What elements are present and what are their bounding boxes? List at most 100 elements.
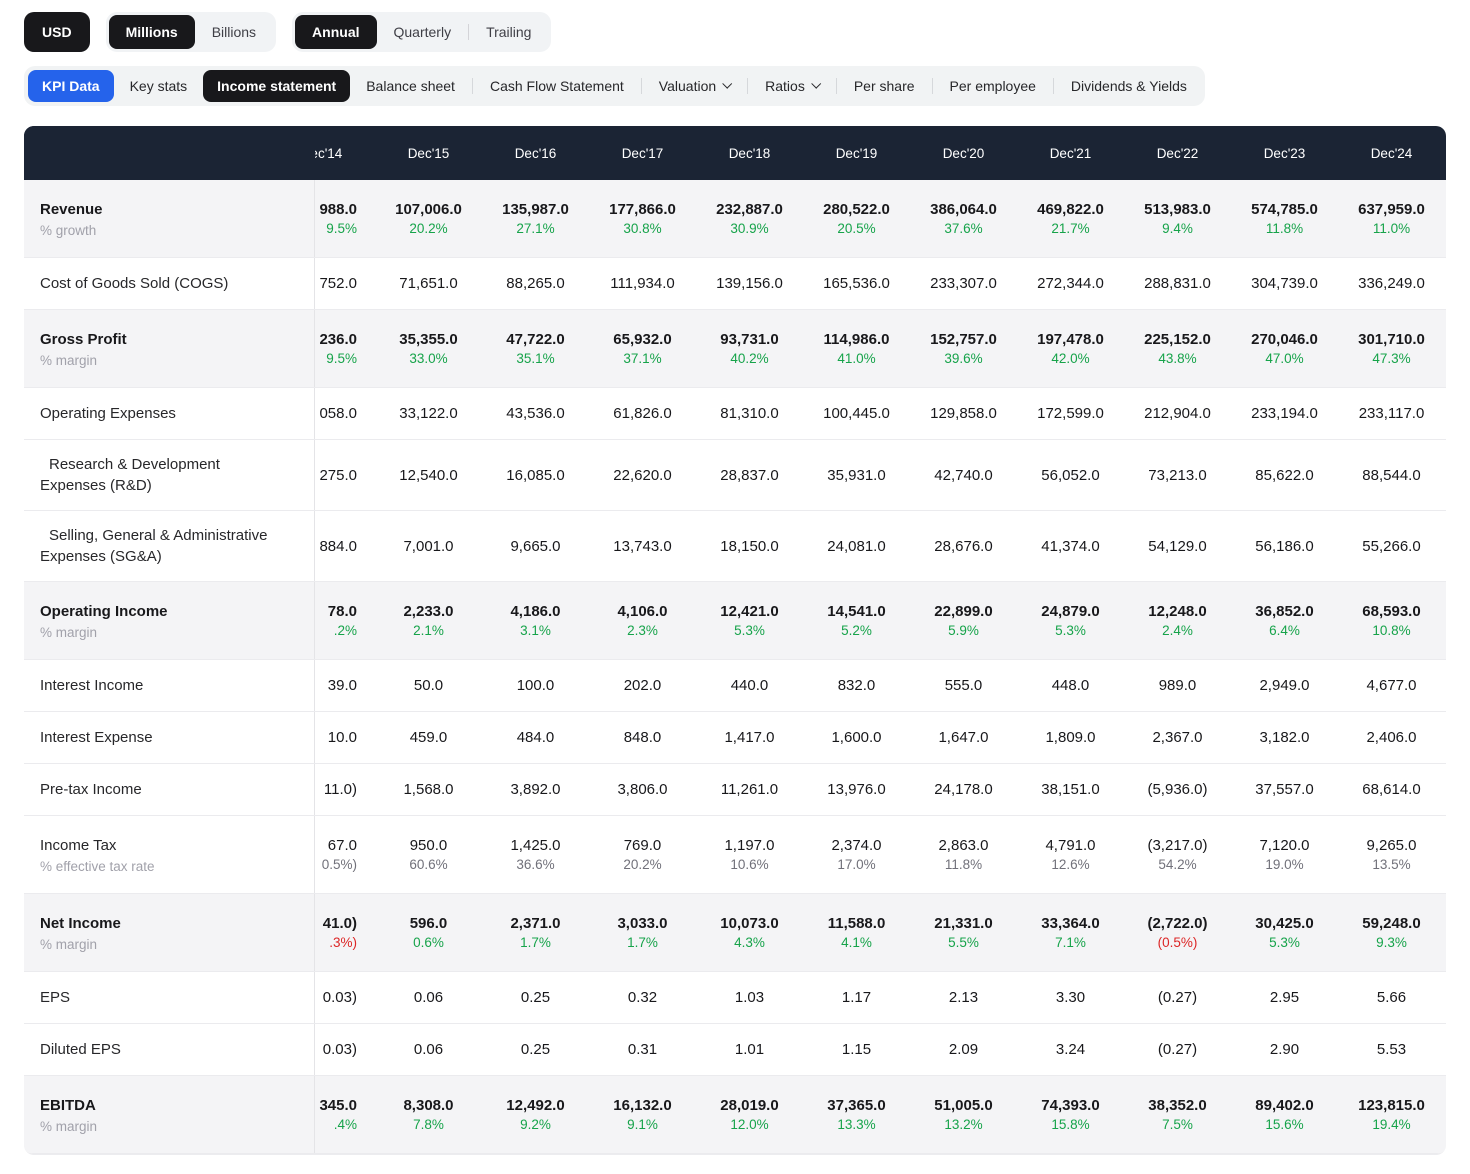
cell-subvalue: 7.8%: [413, 1117, 444, 1132]
table-row-operating-expenses: 058.0 33,122.0 43,536.0 61,826.0 81,310.0 100…: [24, 388, 1446, 440]
cell-subvalue: 13.5%: [1372, 857, 1411, 872]
row-label: Operating Income: [40, 603, 168, 620]
cell-value: 1,600.0: [831, 729, 882, 746]
cell-subvalue: 37.1%: [623, 351, 662, 366]
cell-value: 848.0: [623, 729, 662, 746]
data-cell: 30,425.0 5.3%: [1231, 915, 1338, 950]
cell-value: 41.0): [322, 915, 357, 932]
column-header-dec-15: Dec'15: [407, 145, 450, 161]
cell-value: 202.0: [623, 677, 662, 694]
cell-value: 3,182.0: [1259, 729, 1310, 746]
data-cell: 42,740.0: [910, 467, 1017, 484]
row-sublabel: % margin: [40, 1119, 98, 1134]
cell-subvalue: 11.0%: [1372, 221, 1411, 236]
cell-value: 2,374.0: [831, 837, 882, 854]
data-cell: 2,233.0 2.1%: [375, 603, 482, 638]
column-header-dec-17: Dec'17: [621, 145, 664, 161]
cell-value: 596.0: [409, 915, 448, 932]
data-cell: 288,831.0: [1124, 275, 1231, 292]
data-cell: 135,987.0 27.1%: [482, 201, 589, 236]
cell-subvalue: 9.3%: [1376, 935, 1407, 950]
cell-value: 4,791.0: [1045, 837, 1096, 854]
tab-valuation[interactable]: Valuation: [645, 70, 744, 102]
cell-value: 100.0: [516, 677, 555, 694]
data-cell: 3,182.0: [1231, 729, 1338, 746]
data-cell: 459.0: [375, 729, 482, 746]
tab-balance-sheet[interactable]: Balance sheet: [352, 70, 469, 102]
tabs-row: KPI Data Key stats Income statement Bala…: [24, 66, 1470, 106]
cell-subvalue: 30.9%: [730, 221, 769, 236]
unit-millions-button[interactable]: Millions: [108, 15, 195, 49]
data-cell: 1,425.0 36.6%: [482, 837, 589, 872]
data-cell: 12,540.0: [375, 467, 482, 484]
cell-subvalue: 5.3%: [1055, 623, 1086, 638]
table-row-interest-expense: 10.0 459.0 484.0 848.0 1,417.0 1,600.0 1,647.0…: [24, 712, 1446, 764]
cell-subvalue: 43.8%: [1158, 351, 1197, 366]
cell-value: (3,217.0): [1147, 837, 1208, 854]
data-cell: 65,932.0 37.1%: [589, 331, 696, 366]
tab-dividends-yields[interactable]: Dividends & Yields: [1057, 70, 1201, 102]
cell-value: 36,852.0: [1255, 603, 1314, 620]
cell-value: 0.32: [627, 989, 658, 1006]
tab-key-stats[interactable]: Key stats: [116, 70, 202, 102]
cell-value: 30,425.0: [1255, 915, 1314, 932]
data-cell: 88,544.0: [1338, 467, 1445, 484]
table-row-selling-general-administrative-expenses-sg-a: 884.0 7,001.0 9,665.0 13,743.0 18,150.0 24,08…: [24, 511, 1446, 582]
tab-income-statement[interactable]: Income statement: [203, 70, 351, 102]
data-cell: 93,731.0 40.2%: [696, 331, 803, 366]
data-cell: 24,879.0 5.3%: [1017, 603, 1124, 638]
column-header-dec-24: Dec'24: [1370, 145, 1413, 161]
period-trailing-button[interactable]: Trailing: [469, 15, 548, 49]
data-cell: 13,976.0: [803, 781, 910, 798]
period-quarterly-button[interactable]: Quarterly: [377, 15, 469, 49]
tab-divider: [835, 78, 837, 94]
cell-value: 197,478.0: [1037, 331, 1104, 348]
cell-value: 5.66: [1376, 989, 1407, 1006]
tab-per-employee[interactable]: Per employee: [936, 70, 1050, 102]
tab-ratios[interactable]: Ratios: [751, 70, 833, 102]
data-cell: 0.31: [589, 1041, 696, 1058]
tab-kpi-data[interactable]: KPI Data: [28, 70, 114, 102]
cell-subvalue: 0.6%: [413, 935, 444, 950]
row-label: Pre-tax Income: [40, 781, 142, 798]
tab-divider: [931, 78, 933, 94]
cell-value: 107,006.0: [395, 201, 462, 218]
tab-cash-flow-statement[interactable]: Cash Flow Statement: [476, 70, 638, 102]
cell-value: 2,949.0: [1259, 677, 1310, 694]
cell-value: 386,064.0: [930, 201, 997, 218]
tab-per-share[interactable]: Per share: [840, 70, 929, 102]
data-cell: 950.0 60.6%: [375, 837, 482, 872]
currency-button[interactable]: USD: [24, 12, 90, 52]
data-cell: 3,892.0: [482, 781, 589, 798]
cell-subvalue: 11.8%: [1265, 221, 1304, 236]
row-label: EPS: [40, 989, 71, 1006]
cell-value: 0.06: [413, 989, 444, 1006]
cell-value: 2.09: [948, 1041, 979, 1058]
cell-value: 3.24: [1055, 1041, 1086, 1058]
cell-value: 37,557.0: [1255, 781, 1314, 798]
cell-subvalue: 17.0%: [837, 857, 876, 872]
cell-subvalue: .2%: [333, 623, 357, 638]
cell-value: 43,536.0: [506, 405, 565, 422]
cell-value: 135,987.0: [502, 201, 569, 218]
cell-value: 304,739.0: [1251, 275, 1318, 292]
row-label: Diluted EPS: [40, 1041, 121, 1058]
row-sublabel: % margin: [40, 937, 98, 952]
data-cell: 280,522.0 20.5%: [803, 201, 910, 236]
data-cell: 33,122.0: [375, 405, 482, 422]
data-cell: 2.90: [1231, 1041, 1338, 1058]
column-header-dec-22: Dec'22: [1156, 145, 1199, 161]
data-cell: 469,822.0 21.7%: [1017, 201, 1124, 236]
cell-value: 1.01: [734, 1041, 765, 1058]
cell-value: 469,822.0: [1037, 201, 1104, 218]
data-cell: 2,949.0: [1231, 677, 1338, 694]
cell-value: 233,194.0: [1251, 405, 1318, 422]
unit-billions-button[interactable]: Billions: [195, 15, 273, 49]
data-cell: 139,156.0: [696, 275, 803, 292]
data-cell: 50.0: [375, 677, 482, 694]
data-cell: 7,120.0 19.0%: [1231, 837, 1338, 872]
period-annual-button[interactable]: Annual: [295, 15, 377, 49]
table-header-label-cell: [24, 126, 315, 180]
cell-value: 988.0: [319, 201, 357, 218]
cell-subvalue: 42.0%: [1051, 351, 1090, 366]
